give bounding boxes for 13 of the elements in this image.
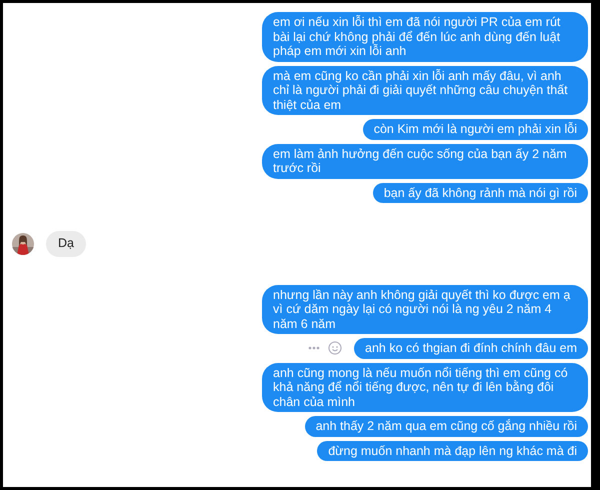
more-icon[interactable] <box>308 346 320 350</box>
message-bubble: nhưng lần này anh không giải quyết thì ko được em ạ vì cứ dăm ngày lại có người nói là ng yêu 2 năm 4 năm 6 năm <box>262 284 588 334</box>
message-bubble: anh thấy 2 năm qua em cũng cố gắng nhiều rồi <box>304 416 588 436</box>
message-bubble: em làm ảnh hưởng đến cuộc sống của bạn ấy 2 năm trước rồi <box>262 144 588 178</box>
message-bubble: anh ko có thgian đi đính chính đâu em <box>354 338 588 358</box>
message-bubble: em ơi nếu xin lỗi thì em đã nói người PR của em rút bài lại chứ không phải để đến lúc anh dùng đến luật pháp em mới xin lỗi anh <box>262 12 588 62</box>
message-bubble: bạn ấy đã không rảnh mà nói gì rồi <box>372 182 588 203</box>
message-bubble: anh cũng mong là nếu muốn nổi tiếng thì em cũng có khả năng để nổi tiếng được, nên tự đi lên bằng đôi chân của mình <box>262 362 588 412</box>
message-bubble: mà em cũng ko cần phải xin lỗi anh mấy đâu, vì anh chỉ là người phải đi giải quyết những câu chuyện thất thiệt của em <box>262 66 588 115</box>
message-bubble: Dạ <box>46 231 86 256</box>
smiley-icon[interactable] <box>328 341 342 356</box>
message-bubble: còn Kim mới là người em phải xin lỗi <box>362 119 588 140</box>
message-bubble: đừng muốn nhanh mà đạp lên ng khác mà đi <box>317 440 588 461</box>
